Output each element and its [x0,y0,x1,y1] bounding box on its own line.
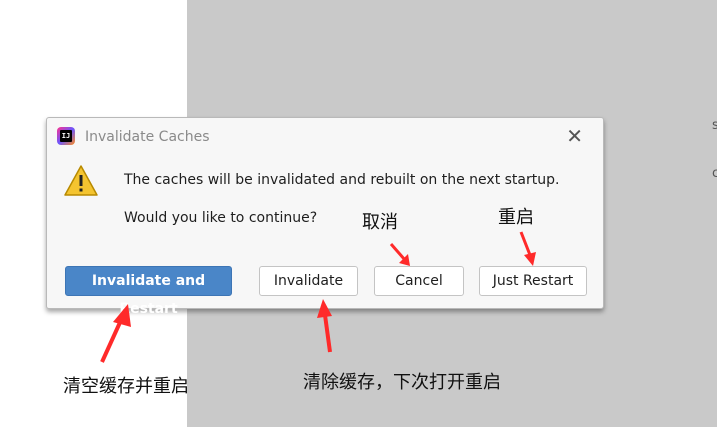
arrow-to-invalidate-and-restart [100,304,131,363]
annotation-just-restart: 重启 [498,207,534,228]
arrow-to-invalidate [317,299,332,353]
annotation-arrows [100,231,536,363]
arrow-to-just-restart [519,231,536,266]
annotation-invalidate: 清除缓存，下次打开重启 [303,372,501,393]
annotation-cancel: 取消 [362,212,398,233]
arrow-to-cancel [389,243,410,266]
annotation-invalidate-and-restart: 清空缓存并重启 [63,376,189,397]
